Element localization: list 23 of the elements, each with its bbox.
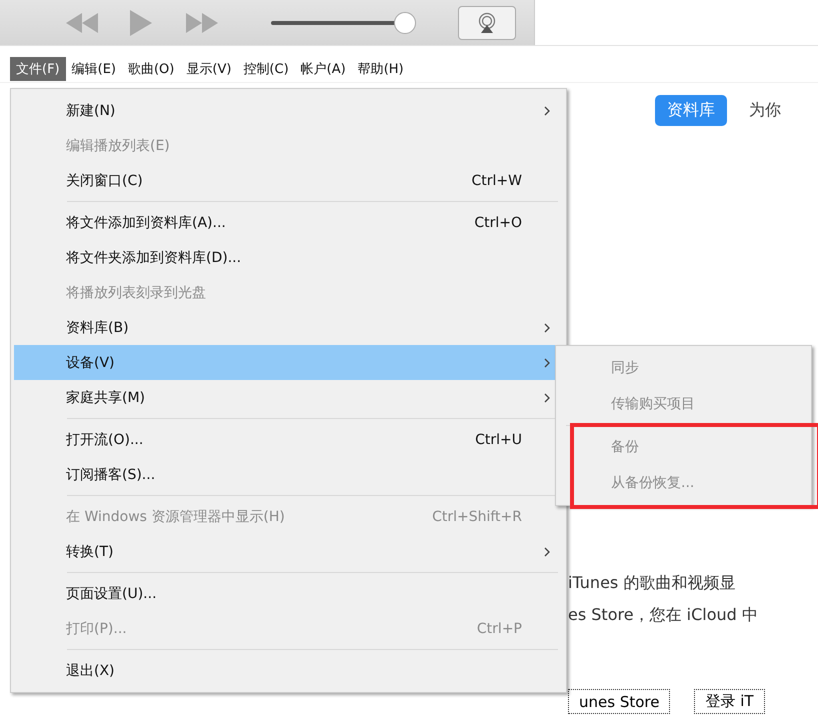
body-text: es Store，您在 iCloud 中 xyxy=(568,604,758,626)
tab[interactable]: 为你 xyxy=(737,95,793,126)
menu-item[interactable]: 将文件夹添加到资料库(D)... xyxy=(11,240,566,275)
body-text: iTunes 的歌曲和视频显 xyxy=(568,572,736,594)
menu-bar-item[interactable]: 显示(V) xyxy=(180,57,238,81)
menu-bar-item[interactable]: 帐户(A) xyxy=(294,57,352,81)
menu-bar-item[interactable]: 控制(C) xyxy=(237,57,295,81)
menu-item[interactable]: 退出(X) xyxy=(11,653,566,688)
menu-item[interactable]: 转换(T) xyxy=(11,534,566,569)
menu-item[interactable]: 页面设置(U)... xyxy=(11,576,566,611)
menu-item[interactable]: 资料库(B) xyxy=(11,310,566,345)
content-button[interactable]: 登录 iT xyxy=(694,689,765,714)
airplay-icon xyxy=(476,12,498,34)
menu-bar-item[interactable]: 文件(F) xyxy=(10,57,66,81)
menu-bar-item[interactable]: 歌曲(O) xyxy=(122,57,180,81)
menu-item[interactable]: 将文件添加到资料库(A)... Ctrl+O xyxy=(11,205,566,240)
menu-bar-item[interactable]: 帮助(H) xyxy=(352,57,410,81)
slider-thumb[interactable] xyxy=(394,12,416,34)
airplay-button[interactable] xyxy=(458,6,516,40)
menu-item[interactable]: 新建(N) xyxy=(11,93,566,128)
menu-bar-item[interactable]: 编辑(E) xyxy=(66,57,122,81)
menu-item[interactable]: 关闭窗口(C) Ctrl+W xyxy=(11,163,566,198)
content-button[interactable]: unes Store xyxy=(568,689,670,714)
